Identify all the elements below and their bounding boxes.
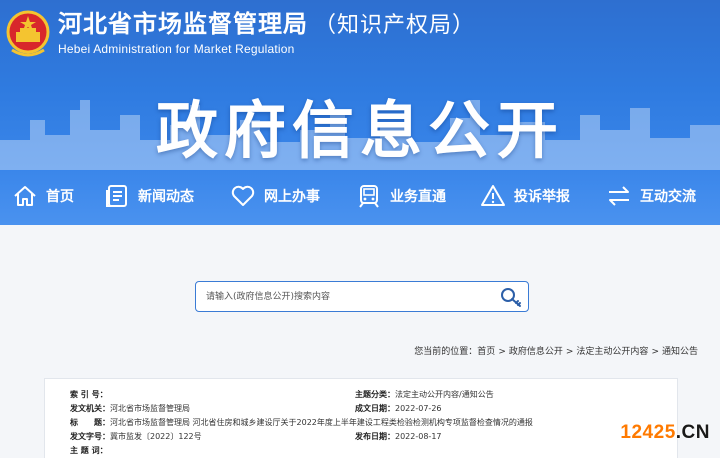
nav-item-business[interactable]: 业务直通 (356, 170, 446, 222)
train-icon (359, 185, 379, 208)
nav-item-label: 互动交流 (640, 189, 696, 205)
site-header: 河北省市场监督管理局 （知识产权局） Hebei Administration f… (0, 0, 720, 225)
created-date-value: 2022-07-26 (395, 404, 442, 413)
created-date-label: 成文日期： (355, 404, 395, 413)
nav-item-label: 首页 (46, 189, 74, 205)
news-icon (106, 185, 127, 207)
nav-item-label: 业务直通 (390, 189, 446, 205)
watermark-number: 12425 (620, 422, 676, 443)
breadcrumb-separator: > (565, 347, 574, 357)
doc-number-label: 发文字号： (70, 432, 110, 441)
title-label: 标 题： (70, 418, 110, 427)
published-date-label: 发布日期： (355, 432, 395, 441)
issuer-label: 发文机关： (70, 404, 110, 413)
search-key-icon (501, 287, 521, 307)
main-content: 您当前的位置：首页>政府信息公开>法定主动公开内容>通知公告 索 引 号： 主题… (0, 225, 720, 458)
exchange-icon (609, 186, 629, 206)
breadcrumb-separator: > (651, 347, 659, 357)
published-date-row: 发布日期：2022-08-17 (355, 431, 442, 442)
banner-title: 政府信息公开 (155, 94, 564, 167)
published-date-value: 2022-08-17 (395, 432, 442, 441)
breadcrumb-item[interactable]: 法定主动公开内容 (576, 347, 648, 357)
national-emblem-icon (6, 10, 50, 57)
doc-number-value: 冀市监发〔2022〕122号 (110, 432, 202, 441)
main-nav: 首页 新闻动态 网上办事 业务直通 投诉举报 互动交流 (0, 170, 720, 222)
site-watermark: 12425.CN (620, 422, 710, 444)
search-button[interactable] (494, 282, 528, 311)
search-input[interactable] (196, 282, 494, 311)
nav-item-news[interactable]: 新闻动态 (104, 170, 194, 222)
title-row: 标 题：河北省市场监督管理局 河北省住房和城乡建设厅关于2022年度上半年建设工… (70, 417, 533, 428)
heart-hand-icon (231, 185, 255, 206)
home-icon (14, 186, 36, 206)
breadcrumb-prefix: 您当前的位置： (414, 347, 478, 357)
nav-item-home[interactable]: 首页 (12, 170, 74, 222)
document-info-card: 索 引 号： 主题分类：法定主动公开内容/通知公告 发文机关：河北省市场监督管理… (44, 378, 678, 458)
breadcrumb-separator: > (498, 347, 506, 357)
nav-item-label: 投诉举报 (514, 189, 570, 205)
search-box (195, 281, 529, 312)
nav-item-interaction[interactable]: 互动交流 (606, 170, 696, 222)
nav-item-label: 网上办事 (264, 189, 320, 205)
nav-item-online-service[interactable]: 网上办事 (230, 170, 320, 222)
breadcrumb-item[interactable]: 首页 (477, 347, 495, 357)
issuer-value: 河北省市场监督管理局 (110, 404, 190, 413)
warning-icon (481, 185, 505, 206)
agency-name-en: Hebei Administration for Market Regulati… (58, 42, 295, 56)
agency-name-cn: 河北省市场监督管理局 （知识产权局） (58, 10, 475, 40)
issuer-row: 发文机关：河北省市场监督管理局 (70, 403, 190, 414)
title-value: 河北省市场监督管理局 河北省住房和城乡建设厅关于2022年度上半年建设工程类检验… (110, 418, 533, 427)
category-value: 法定主动公开内容/通知公告 (395, 390, 494, 399)
nav-item-complaint[interactable]: 投诉举报 (480, 170, 570, 222)
category-row: 主题分类：法定主动公开内容/通知公告 (355, 389, 494, 400)
agency-name-suffix: （知识产权局） (314, 13, 476, 38)
breadcrumb-item[interactable]: 通知公告 (662, 347, 698, 357)
keywords-row: 主 题 词： (70, 445, 108, 456)
keywords-label: 主 题 词： (70, 446, 108, 455)
doc-number-row: 发文字号：冀市监发〔2022〕122号 (70, 431, 202, 442)
agency-name: 河北省市场监督管理局 (58, 10, 308, 38)
nav-item-label: 新闻动态 (138, 189, 194, 205)
category-label: 主题分类： (355, 390, 395, 399)
breadcrumb: 您当前的位置：首页 > 政府信息公开 > 法定主动公开内容 > 通知公告 (414, 344, 698, 357)
breadcrumb-item[interactable]: 政府信息公开 (509, 347, 563, 357)
index-label: 索 引 号： (70, 390, 108, 399)
brand[interactable]: 河北省市场监督管理局 （知识产权局） Hebei Administration f… (6, 6, 475, 62)
index-row: 索 引 号： (70, 389, 108, 400)
watermark-suffix: .CN (675, 422, 710, 443)
created-date-row: 成文日期：2022-07-26 (355, 403, 442, 414)
